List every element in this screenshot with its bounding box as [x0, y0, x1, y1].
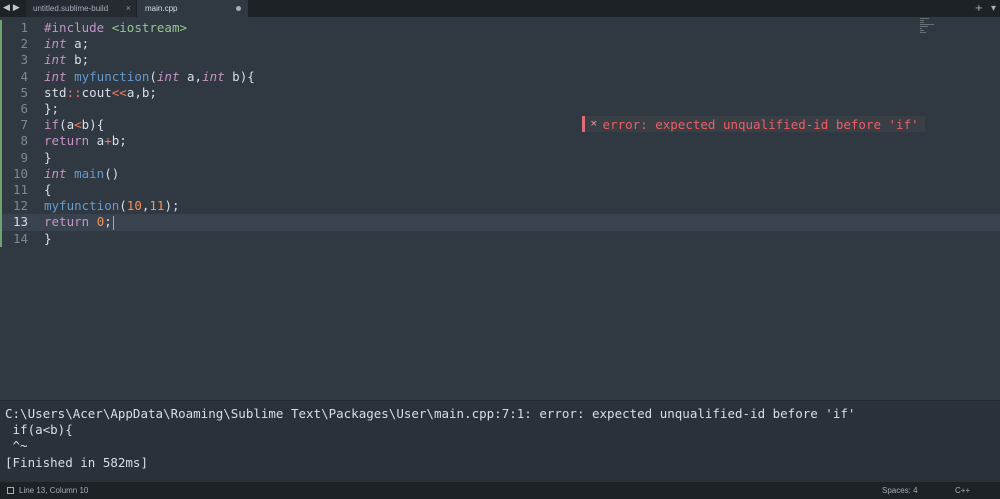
code-line[interactable]: #include <iostream>: [44, 20, 187, 36]
line-number[interactable]: 8: [0, 133, 28, 149]
code-line[interactable]: return a+b;: [44, 133, 127, 149]
inline-error-message: error: expected unqualified-id before 'i…: [602, 116, 919, 132]
line-number[interactable]: 5: [0, 85, 28, 101]
code-line[interactable]: int myfunction(int a,int b){: [44, 69, 255, 85]
close-icon[interactable]: ×: [590, 119, 598, 129]
status-bar: Line 13, Column 10 Spaces: 4 C++: [0, 482, 1000, 499]
panel-toggle-icon[interactable]: [7, 487, 14, 494]
status-position-group: Line 13, Column 10: [7, 482, 88, 499]
line-number[interactable]: 9: [0, 150, 28, 166]
code-line[interactable]: if(a<b){: [44, 117, 104, 133]
tab-menu-icon[interactable]: ▾: [991, 3, 996, 14]
line-number[interactable]: 14: [0, 231, 28, 247]
new-tab-icon[interactable]: +: [975, 3, 983, 14]
text-cursor: [112, 215, 115, 230]
build-output-panel[interactable]: C:\Users\Acer\AppData\Roaming\Sublime Te…: [0, 400, 1000, 482]
cursor-position[interactable]: Line 13, Column 10: [19, 482, 88, 499]
close-icon[interactable]: ×: [126, 0, 131, 17]
code-editor[interactable]: 1 2 3 4 5 6 7 8 9 10 11 12 13 14 #include <iostream> i…: [0, 17, 1000, 400]
inline-error-annotation: × error: expected unqualified-id before …: [582, 116, 925, 132]
triangle-right-icon[interactable]: ▶: [13, 0, 20, 17]
minimap[interactable]: [920, 18, 940, 38]
unsaved-dot-icon[interactable]: [236, 6, 241, 11]
line-number[interactable]: 2: [0, 36, 28, 52]
output-line: if(a<b){: [5, 422, 73, 438]
tabbar-actions: + ▾: [975, 0, 996, 17]
line-number[interactable]: 4: [0, 69, 28, 85]
line-number[interactable]: 7: [0, 117, 28, 133]
active-line-highlight: [0, 214, 1000, 231]
code-line[interactable]: std::cout<<a,b;: [44, 85, 157, 101]
code-line[interactable]: int b;: [44, 52, 89, 68]
code-line[interactable]: };: [44, 101, 59, 117]
output-line: [Finished in 582ms]: [5, 454, 148, 470]
tab-main-cpp[interactable]: main.cpp: [137, 0, 248, 17]
line-number[interactable]: 1: [0, 20, 28, 36]
indentation-setting[interactable]: Spaces: 4: [882, 482, 918, 499]
line-number[interactable]: 12: [0, 198, 28, 214]
code-line[interactable]: int a;: [44, 36, 89, 52]
triangle-left-icon[interactable]: ◀: [3, 0, 10, 17]
code-line[interactable]: int main(): [44, 166, 119, 182]
code-line[interactable]: return 0;: [44, 214, 115, 230]
line-number-gutter[interactable]: 1 2 3 4 5 6 7 8 9 10 11 12 13 14: [0, 17, 40, 400]
output-line: ^~: [5, 438, 28, 454]
output-line: C:\Users\Acer\AppData\Roaming\Sublime Te…: [5, 406, 856, 421]
line-number[interactable]: 10: [0, 166, 28, 182]
code-line[interactable]: {: [44, 182, 52, 198]
code-line[interactable]: myfunction(10,11);: [44, 198, 180, 214]
tab-nav: ◀ ▶: [3, 0, 20, 17]
tab-label: untitled.sublime-build: [33, 4, 109, 13]
tab-label: main.cpp: [145, 4, 178, 13]
line-number[interactable]: 3: [0, 52, 28, 68]
tab-untitled-sublime-build[interactable]: untitled.sublime-build ×: [26, 0, 136, 17]
syntax-selector[interactable]: C++: [955, 482, 970, 499]
line-number[interactable]: 11: [0, 182, 28, 198]
code-line[interactable]: }: [44, 150, 52, 166]
line-number[interactable]: 6: [0, 101, 28, 117]
code-line[interactable]: }: [44, 231, 52, 247]
tab-bar: ◀ ▶ untitled.sublime-build × main.cpp + …: [0, 0, 1000, 17]
line-number[interactable]: 13: [0, 214, 28, 230]
